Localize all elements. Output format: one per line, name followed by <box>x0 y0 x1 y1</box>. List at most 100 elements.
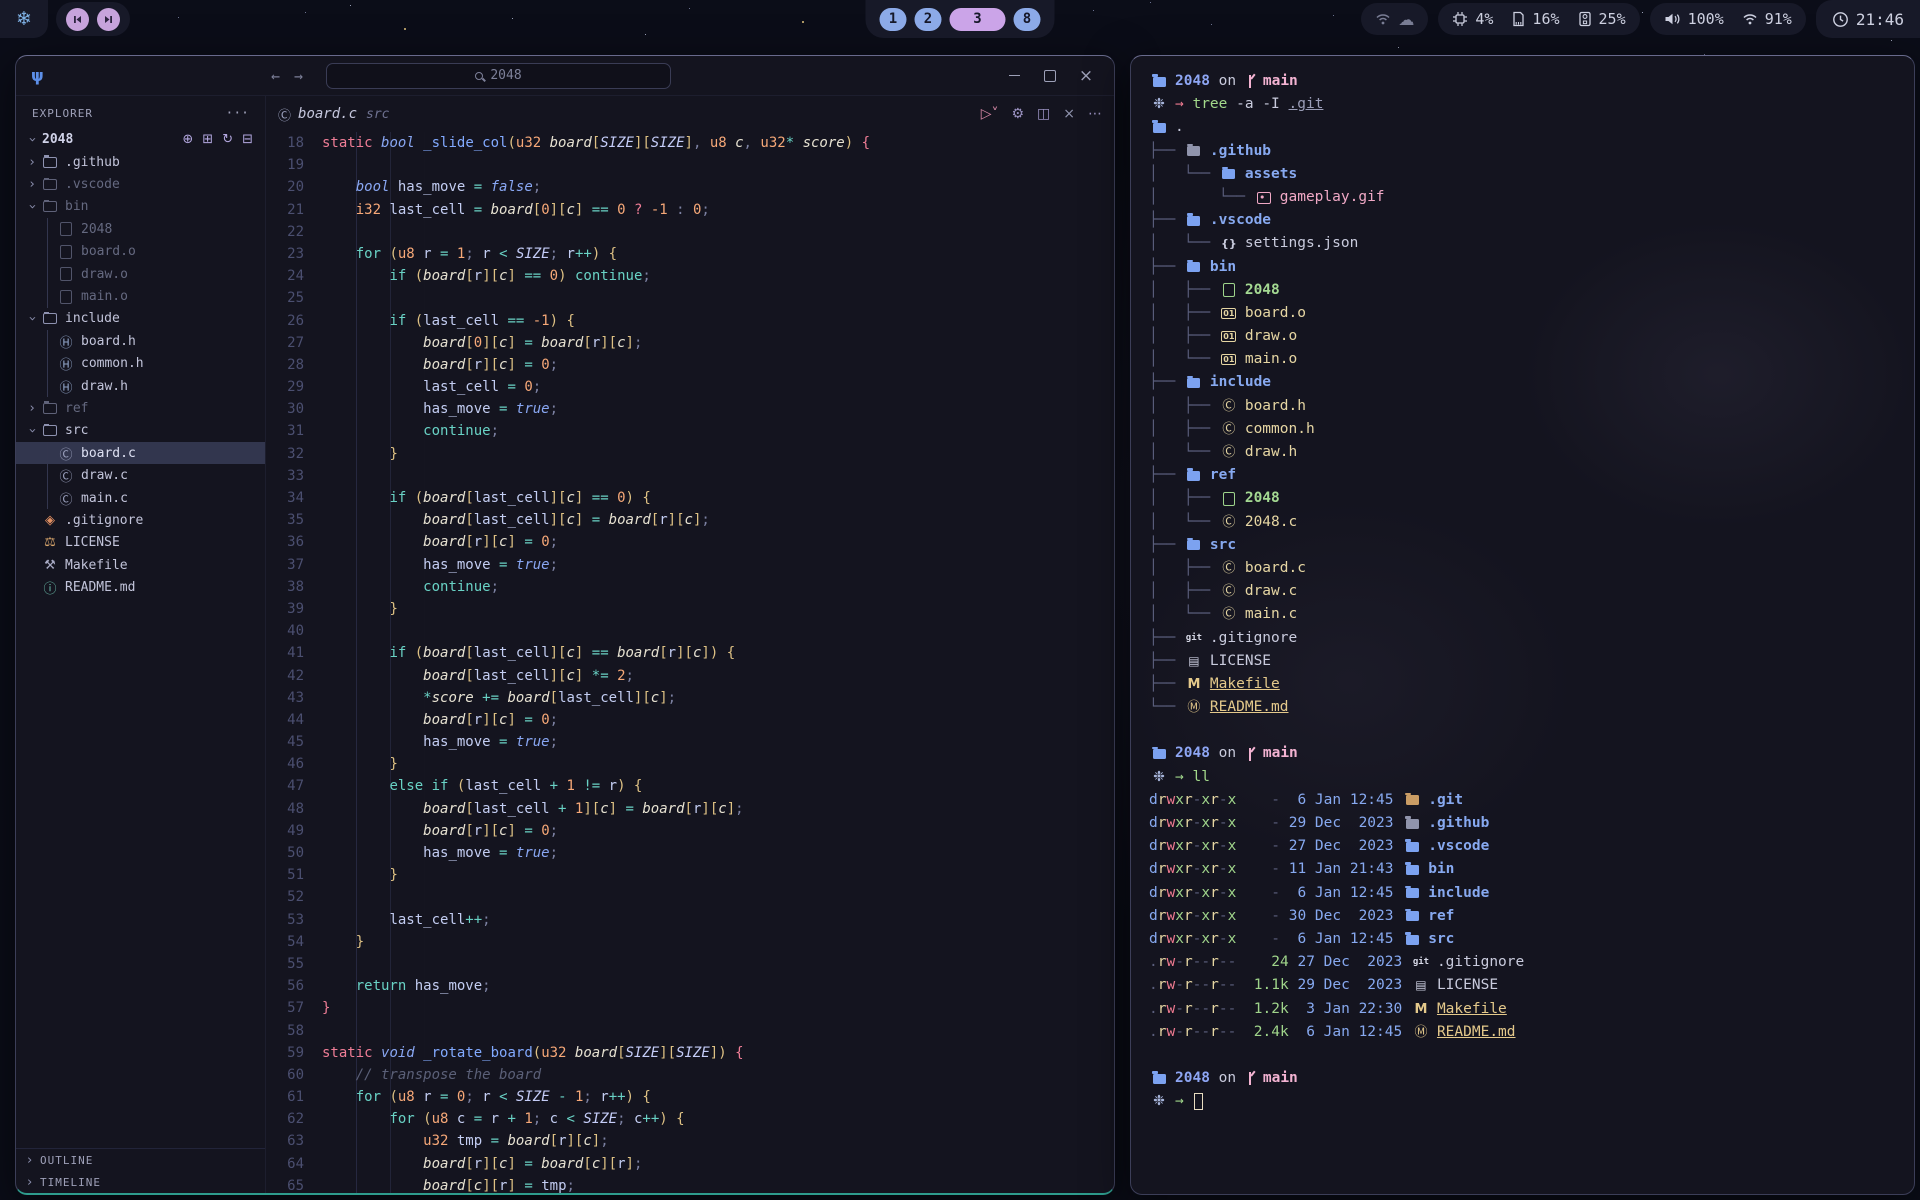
timeline-section[interactable]: TIMELINE <box>16 1171 265 1193</box>
close-editor-icon[interactable]: × <box>1063 106 1075 122</box>
code-line: 41 if (board[last_cell][c] == board[r][c… <box>266 642 1114 664</box>
line-number: 53 <box>266 909 304 931</box>
explorer-item-draw.o[interactable]: draw.o <box>16 263 265 285</box>
refresh-icon[interactable]: ↻ <box>222 132 233 147</box>
nix-logo-icon: ❄ <box>16 8 32 30</box>
file-tree: .github.vscode bin 2048board.odraw.omain.o… <box>16 151 265 599</box>
audio-network-pill[interactable]: 100% 91% <box>1650 3 1806 35</box>
explorer-item-board.c[interactable]: board.c <box>16 442 265 464</box>
nav-forward-icon[interactable]: → <box>294 67 303 85</box>
new-folder-icon[interactable]: ⊞ <box>202 132 213 147</box>
line-number: 24 <box>266 265 304 287</box>
explorer-item-board.o[interactable]: board.o <box>16 241 265 263</box>
code-line: 58 <box>266 1020 1114 1042</box>
code-line: 31 continue; <box>266 420 1114 442</box>
line-number: 57 <box>266 997 304 1019</box>
code-line: 37 has_move = true; <box>266 554 1114 576</box>
terminal-content[interactable]: 2048 on main→ tree -a -I .git.├── .githu… <box>1131 56 1914 1127</box>
workspace-badge-2[interactable]: 2 <box>915 8 942 31</box>
explorer-item-ref[interactable]: ref <box>16 397 265 419</box>
code-line: 27 board[0][c] = board[r][c]; <box>266 332 1114 354</box>
run-button-icon[interactable]: ▷˅ <box>981 106 999 122</box>
code-line: 29 last_cell = 0; <box>266 376 1114 398</box>
project-root-row[interactable]: 2048 ⊕ ⊞ ↻ ⊟ <box>16 127 265 151</box>
fob-icon <box>1402 931 1422 948</box>
memory-usage: 16% <box>1532 10 1559 28</box>
nav-back-icon[interactable]: ← <box>271 67 280 85</box>
code-line: 62 for (u8 c = r + 1; c < SIZE; c++) { <box>266 1108 1114 1130</box>
line-number: 22 <box>266 221 304 243</box>
terminal-line: → tree -a -I .git <box>1149 93 1896 116</box>
split-editor-icon[interactable]: ◫ <box>1037 106 1050 122</box>
workspace-badge-8[interactable]: 8 <box>1014 8 1041 31</box>
outline-section[interactable]: OUTLINE <box>16 1149 265 1171</box>
line-number: 42 <box>266 665 304 687</box>
close-button[interactable]: × <box>1068 62 1104 90</box>
code-line: 36 board[r][c] = 0; <box>266 531 1114 553</box>
vscode-window: ψ ← → 2048 × EXPLORER ··· 2048 ⊕ <box>15 55 1115 1195</box>
explorer-item-LICENSE[interactable]: LICENSE <box>16 532 265 554</box>
explorer-item-bin[interactable]: bin <box>16 196 265 218</box>
explorer-item-README.md[interactable]: README.md <box>16 576 265 598</box>
book-icon <box>1184 653 1204 670</box>
indicator-pill[interactable]: ☁ <box>1361 3 1428 35</box>
code-line: 28 board[r][c] = 0; <box>266 354 1114 376</box>
line-number: 52 <box>266 886 304 908</box>
new-file-icon[interactable]: ⊕ <box>182 132 193 147</box>
explorer-item-include[interactable]: include <box>16 308 265 330</box>
fob-icon <box>1402 908 1422 925</box>
c-icon <box>1219 560 1239 577</box>
explorer-item-draw.c[interactable]: draw.c <box>16 464 265 486</box>
more-actions-icon[interactable]: ⋯ <box>1088 106 1102 122</box>
fogear-icon <box>1402 885 1422 902</box>
c-icon <box>1219 514 1239 531</box>
explorer-more-icon[interactable]: ··· <box>226 106 249 121</box>
explorer-item-board.h[interactable]: board.h <box>16 330 265 352</box>
media-prev-button[interactable] <box>66 8 89 31</box>
explorer-item-src[interactable]: src <box>16 420 265 442</box>
settings-gear-icon[interactable]: ⚙ <box>1011 106 1024 122</box>
breadcrumb-dir: src <box>366 107 389 122</box>
c-file-icon: Ⓒ <box>278 105 291 124</box>
launcher-button[interactable]: ❄ <box>0 0 48 38</box>
terminal-line: ├── bin <box>1149 256 1896 279</box>
maximize-button[interactable] <box>1032 62 1068 90</box>
code-line: 45 has_move = true; <box>266 731 1114 753</box>
workspace-badge-1[interactable]: 1 <box>880 8 907 31</box>
cloud-icon: ☁ <box>1398 10 1414 29</box>
explorer-item-draw.h[interactable]: draw.h <box>16 375 265 397</box>
code-area[interactable]: 18static bool _slide_col(u32 board[SIZE]… <box>266 132 1114 1193</box>
line-number: 37 <box>266 554 304 576</box>
explorer-item-2048[interactable]: 2048 <box>16 218 265 240</box>
active-tab-filename[interactable]: board.c <box>298 106 357 122</box>
explorer-item-main.o[interactable]: main.o <box>16 285 265 307</box>
explorer-item-Makefile[interactable]: Makefile <box>16 554 265 576</box>
file-icon <box>56 221 76 237</box>
terminal-line: 2048 on main <box>1149 1067 1896 1090</box>
terminal-line: .rw-r--r-- 1.1k 29 Dec 2023 LICENSE <box>1149 974 1896 997</box>
code-line: 56 return has_move; <box>266 975 1114 997</box>
media-next-button[interactable] <box>97 8 120 31</box>
explorer-item-.github[interactable]: .github <box>16 151 265 173</box>
system-stats-pill[interactable]: 4% 16% 25% <box>1438 3 1639 35</box>
workspace-badge-3[interactable]: 3 <box>950 8 1006 31</box>
minimize-button[interactable] <box>996 62 1032 90</box>
explorer-item-label: bin <box>65 199 88 214</box>
explorer-item-main.c[interactable]: main.c <box>16 487 265 509</box>
command-center-search[interactable]: 2048 <box>326 63 671 89</box>
explorer-item-common.h[interactable]: common.h <box>16 353 265 375</box>
line-number: 20 <box>266 176 304 198</box>
code-line: 44 board[r][c] = 0; <box>266 709 1114 731</box>
explorer-header: EXPLORER <box>32 107 93 120</box>
explorer-item-.vscode[interactable]: .vscode <box>16 173 265 195</box>
terminal-line: │ ├── 2048 <box>1149 487 1896 510</box>
chevron-right-icon <box>22 1153 38 1168</box>
collapse-all-icon[interactable]: ⊟ <box>242 132 253 147</box>
folder-vscode-icon <box>40 177 60 193</box>
explorer-item-.gitignore[interactable]: .gitignore <box>16 509 265 531</box>
code-line: 60 // transpose the board <box>266 1064 1114 1086</box>
code-line: 50 has_move = true; <box>266 842 1114 864</box>
c-icon <box>1219 421 1239 438</box>
fog-icon <box>1402 815 1422 832</box>
clock-pill[interactable]: 21:46 <box>1816 0 1920 38</box>
